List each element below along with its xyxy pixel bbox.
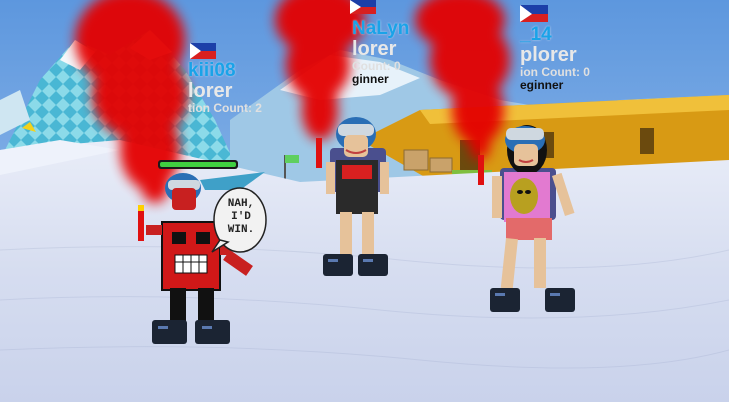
philippines-flag-icon [190,43,216,59]
game-viewport [0,0,729,402]
health-bar [158,160,238,169]
philippines-flag-icon [350,0,376,14]
philippines-flag-icon [520,5,548,22]
